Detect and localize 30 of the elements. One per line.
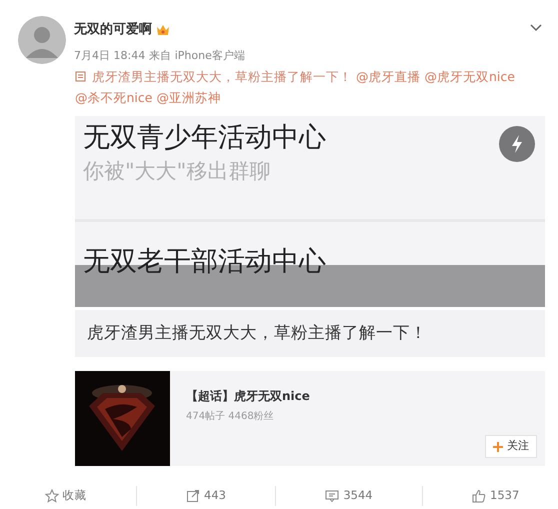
action-button[interactable]: 收藏 bbox=[40, 487, 91, 504]
action-button[interactable]: 1537 bbox=[468, 487, 524, 504]
mention-link[interactable]: @虎牙直播 bbox=[356, 69, 420, 84]
follow-button[interactable]: 关注 bbox=[485, 435, 537, 458]
mention-link[interactable]: @杀不死nice bbox=[75, 90, 152, 105]
chat-item[interactable]: 无双老干部活动中心 bbox=[75, 219, 545, 307]
chat-subtitle: 你被"大大"移出群聊 bbox=[83, 158, 272, 185]
chat-item[interactable]: 无双青少年活动中心 你被"大大"移出群聊 bbox=[75, 116, 545, 219]
username[interactable]: 无双的可爱啊 bbox=[74, 20, 152, 40]
post-time[interactable]: 7月4日 18:44 bbox=[74, 48, 146, 64]
avatar[interactable] bbox=[18, 16, 66, 64]
topic-stats: 474帖子 4468粉丝 bbox=[186, 410, 275, 424]
chat-title: 无双青少年活动中心 bbox=[83, 121, 326, 155]
mention-link[interactable]: @亚洲苏神 bbox=[156, 90, 221, 105]
mention-link[interactable]: @虎牙无双nice bbox=[424, 69, 515, 84]
article-icon bbox=[75, 71, 86, 82]
lightning-icon[interactable] bbox=[499, 126, 535, 162]
topic-title[interactable]: 【超话】虎牙无双nice bbox=[186, 386, 537, 405]
post-text: 虎牙渣男主播无双大大，草粉主播了解一下！ @虎牙直播 @虎牙无双nice @杀不死nice @亚洲苏神 bbox=[75, 68, 516, 107]
action-button[interactable]: 443 bbox=[182, 487, 230, 504]
crown-badge-icon bbox=[156, 22, 170, 37]
chevron-down-icon[interactable] bbox=[530, 24, 542, 32]
star-icon bbox=[44, 488, 59, 503]
chat-title: 无双老干部活动中心 bbox=[83, 245, 326, 279]
action-button[interactable]: 3544 bbox=[321, 487, 377, 504]
thumbs-up-icon bbox=[472, 488, 486, 503]
plus-icon bbox=[493, 442, 503, 452]
post-source: 来自 iPhone客户端 bbox=[149, 48, 245, 64]
comment-icon bbox=[325, 488, 340, 503]
share-icon bbox=[186, 488, 200, 503]
